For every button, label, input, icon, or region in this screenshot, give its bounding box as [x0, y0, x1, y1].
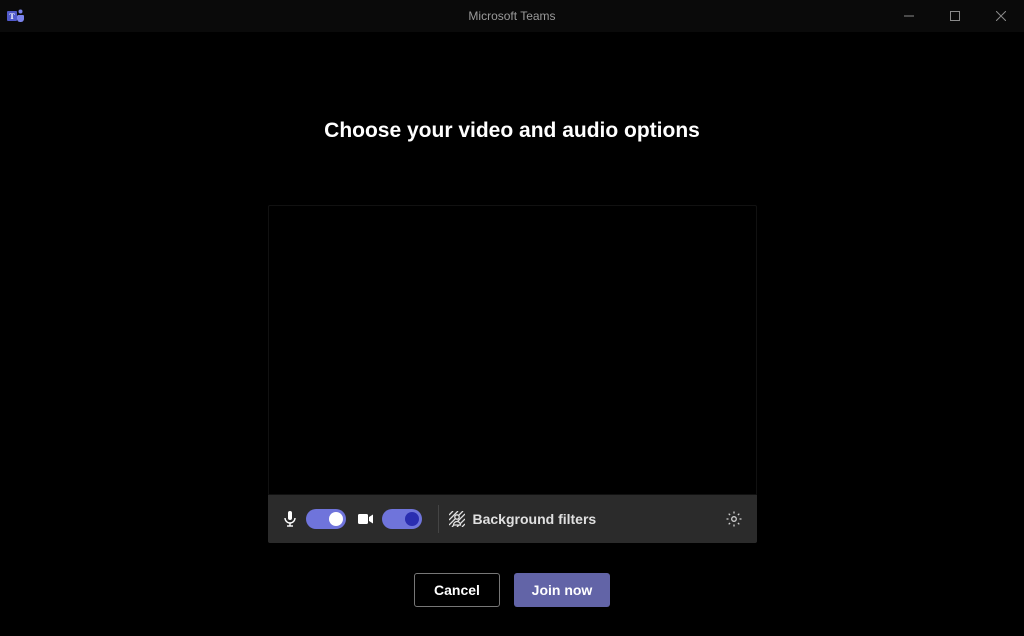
microphone-toggle[interactable] [306, 509, 346, 529]
title-bar: T Microsoft Teams [0, 0, 1024, 32]
cancel-button[interactable]: Cancel [414, 573, 500, 607]
join-now-button[interactable]: Join now [514, 573, 610, 607]
close-button[interactable] [978, 0, 1024, 32]
prejoin-content: Choose your video and audio options [0, 32, 1024, 636]
video-preview [268, 205, 757, 495]
camera-toggle[interactable] [382, 509, 422, 529]
gear-icon [725, 510, 743, 528]
background-filters-button[interactable]: Background filters [449, 511, 597, 527]
page-heading: Choose your video and audio options [324, 119, 700, 143]
device-control-bar: Background filters [268, 495, 757, 543]
minimize-button[interactable] [886, 0, 932, 32]
window-controls [886, 0, 1024, 32]
control-divider [438, 505, 439, 533]
window-title: Microsoft Teams [0, 9, 1024, 23]
device-settings-button[interactable] [723, 508, 745, 530]
maximize-button[interactable] [932, 0, 978, 32]
video-camera-icon [356, 509, 376, 529]
microphone-icon [280, 509, 300, 529]
background-filters-icon [449, 511, 465, 527]
background-filters-label: Background filters [473, 511, 597, 527]
action-buttons: Cancel Join now [414, 573, 610, 607]
